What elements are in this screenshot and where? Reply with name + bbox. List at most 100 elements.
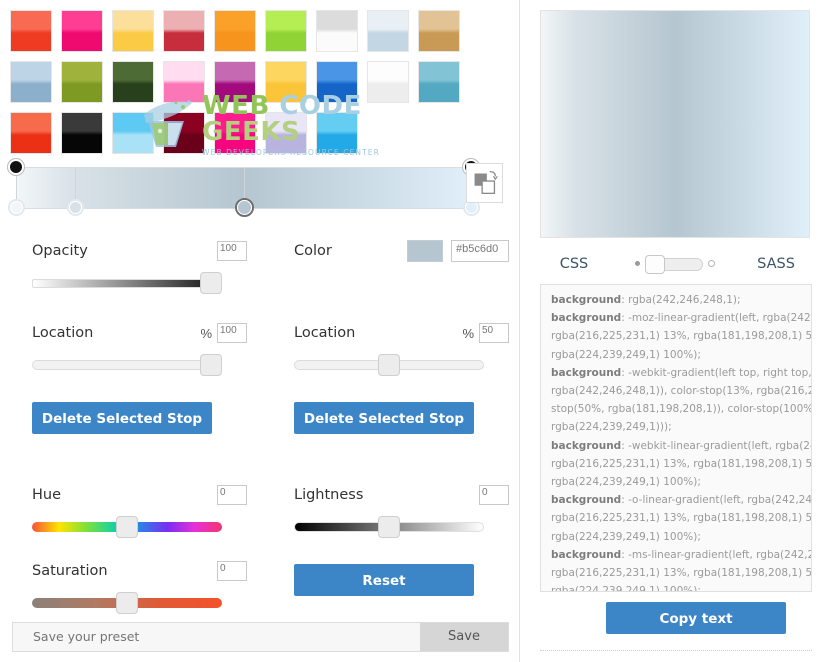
code-line: rgba(216,225,231,1) 13%, rgba(181,198,20… bbox=[551, 457, 812, 470]
css-sass-toggle[interactable] bbox=[635, 255, 715, 274]
reset-button[interactable]: Reset bbox=[294, 564, 474, 596]
swatch-light-gray[interactable] bbox=[316, 10, 358, 52]
location-left-slider-track bbox=[32, 360, 222, 370]
toggle-knob[interactable] bbox=[645, 255, 665, 274]
swatch-orange[interactable] bbox=[214, 10, 256, 52]
location-right-row: Location % 50 bbox=[294, 320, 509, 346]
code-line: rgba(242,246,248,1)), color-stop(13%, rg… bbox=[551, 385, 812, 398]
opacity-slider[interactable] bbox=[32, 272, 222, 294]
code-line: rgba(224,239,249,1) 100%); bbox=[551, 348, 701, 361]
save-preset-bar: Save bbox=[12, 622, 509, 652]
opacity-slider-track bbox=[32, 279, 222, 288]
left-panel: WEB CODE GEEKS WEB DEVELOPERS RESOURCE C… bbox=[0, 0, 520, 662]
location-left-row: Location % 100 bbox=[32, 320, 247, 346]
toggle-dot-right-icon bbox=[708, 260, 715, 267]
swatch-red-orange[interactable] bbox=[10, 10, 52, 52]
toggle-dot-left-icon bbox=[635, 261, 640, 266]
swatch-dusty-rose[interactable] bbox=[163, 10, 205, 52]
code-line: background: -webkit-gradient(left top, r… bbox=[551, 366, 812, 379]
swatch-lime-green[interactable] bbox=[265, 10, 307, 52]
delete-selected-stop-left-button[interactable]: Delete Selected Stop bbox=[32, 402, 212, 434]
code-line: rgba(224,239,249,1) 100%); bbox=[551, 476, 701, 489]
code-line: rgba(224,239,249,1) 100%); bbox=[551, 585, 701, 592]
opacity-row: Opacity 100 bbox=[32, 238, 247, 264]
generated-css-code[interactable]: background: rgba(242,246,248,1); backgrou… bbox=[540, 284, 812, 592]
saturation-slider-knob[interactable] bbox=[116, 592, 138, 614]
swap-colors-icon[interactable] bbox=[466, 163, 503, 203]
swatch-charcoal-black[interactable] bbox=[61, 112, 103, 154]
location-right-slider-knob[interactable] bbox=[378, 354, 400, 376]
code-line: stop(50%, rgba(181,198,208,1)), color-st… bbox=[551, 403, 812, 416]
logo-text-block: WEB CODE GEEKS WEB DEVELOPERS RESOURCE C… bbox=[202, 93, 388, 157]
logo-title: WEB CODE GEEKS bbox=[202, 91, 362, 147]
code-line: background: -moz-linear-gradient(left, r… bbox=[551, 312, 812, 325]
code-line: background: -o-linear-gradient(left, rgb… bbox=[551, 494, 812, 507]
panel-divider bbox=[540, 650, 812, 654]
opacity-stop-handle[interactable] bbox=[8, 159, 24, 175]
logo-glass-icon bbox=[138, 97, 198, 153]
color-stop-handle[interactable] bbox=[8, 199, 25, 216]
lightness-slider-knob[interactable] bbox=[378, 516, 400, 538]
hue-input[interactable]: 0 bbox=[217, 485, 247, 505]
lightness-row: Lightness 0 bbox=[294, 482, 509, 508]
preset-name-input[interactable] bbox=[13, 623, 420, 651]
hue-slider[interactable] bbox=[32, 516, 222, 538]
color-stop-handle[interactable] bbox=[67, 199, 85, 216]
delete-selected-stop-right-button[interactable]: Delete Selected Stop bbox=[294, 402, 474, 434]
color-stop-handle[interactable] bbox=[234, 198, 254, 217]
hue-slider-knob[interactable] bbox=[116, 516, 138, 538]
lightness-label: Lightness bbox=[294, 487, 364, 503]
color-swatch-preview[interactable] bbox=[407, 240, 443, 262]
logo-subtitle: WEB DEVELOPERS RESOURCE CENTER bbox=[202, 148, 380, 158]
gradient-stop-editor[interactable] bbox=[8, 159, 510, 217]
code-line: rgba(216,225,231,1) 13%, rgba(181,198,20… bbox=[551, 567, 812, 580]
color-row: Color #b5c6d0 bbox=[294, 238, 509, 264]
code-line: rgba(224,239,249,1) 100%); bbox=[551, 530, 701, 543]
swatch-coral-red[interactable] bbox=[10, 112, 52, 154]
hue-row: Hue 0 bbox=[32, 482, 247, 508]
location-left-slider-knob[interactable] bbox=[200, 354, 222, 376]
saturation-input[interactable]: 0 bbox=[217, 561, 247, 581]
logo-word-geeks: GEEKS bbox=[202, 117, 301, 148]
swatch-light-gold[interactable] bbox=[112, 10, 154, 52]
code-line: background: -webkit-linear-gradient(left… bbox=[551, 439, 811, 452]
location-right-input[interactable]: 50 bbox=[479, 323, 509, 343]
color-column: Color #b5c6d0 Location % 50 Delete Selec… bbox=[294, 238, 509, 596]
save-preset-button[interactable]: Save bbox=[420, 623, 508, 651]
lightness-input[interactable]: 0 bbox=[479, 485, 509, 505]
saturation-row: Saturation 0 bbox=[32, 558, 247, 584]
location-right-unit: % bbox=[462, 325, 474, 341]
tab-css[interactable]: CSS bbox=[540, 256, 608, 272]
copy-text-button[interactable]: Copy text bbox=[606, 602, 786, 634]
swatch-steel-blue[interactable] bbox=[10, 61, 52, 103]
code-line: rgba(216,225,231,1) 13%, rgba(181,198,20… bbox=[551, 512, 812, 525]
location-left-label: Location bbox=[32, 325, 94, 341]
location-left-unit: % bbox=[200, 325, 212, 341]
gradient-preview-large bbox=[540, 10, 810, 238]
location-right-slider[interactable] bbox=[294, 354, 484, 376]
location-left-input[interactable]: 100 bbox=[217, 323, 247, 343]
opacity-label: Opacity bbox=[32, 243, 88, 259]
opacity-slider-knob[interactable] bbox=[200, 272, 222, 294]
color-label: Color bbox=[294, 243, 332, 259]
location-right-label: Location bbox=[294, 325, 356, 341]
swatch-olive-green[interactable] bbox=[61, 61, 103, 103]
saturation-slider[interactable] bbox=[32, 592, 222, 614]
code-line: rgba(216,225,231,1) 13%, rgba(181,198,20… bbox=[551, 330, 812, 343]
swatch-tan-gold[interactable] bbox=[418, 10, 460, 52]
output-format-tabs: CSS SASS bbox=[540, 248, 810, 280]
hue-label: Hue bbox=[32, 487, 62, 503]
swatch-pale-blue-white[interactable] bbox=[367, 10, 409, 52]
color-hex-input[interactable]: #b5c6d0 bbox=[451, 240, 509, 262]
tab-sass[interactable]: SASS bbox=[742, 256, 810, 272]
location-left-slider[interactable] bbox=[32, 354, 222, 376]
web-code-geeks-logo: WEB CODE GEEKS WEB DEVELOPERS RESOURCE C… bbox=[138, 93, 388, 157]
lightness-slider[interactable] bbox=[294, 516, 484, 538]
swatch-magenta-pink[interactable] bbox=[61, 10, 103, 52]
opacity-column: Opacity 100 Location % 100 Delete Select… bbox=[32, 238, 247, 614]
code-line: background: rgba(242,246,248,1); bbox=[551, 294, 741, 306]
saturation-label: Saturation bbox=[32, 563, 108, 579]
swatch-teal-blue[interactable] bbox=[418, 61, 460, 103]
opacity-input[interactable]: 100 bbox=[217, 241, 247, 261]
gradient-editor-app: WEB CODE GEEKS WEB DEVELOPERS RESOURCE C… bbox=[0, 0, 820, 662]
